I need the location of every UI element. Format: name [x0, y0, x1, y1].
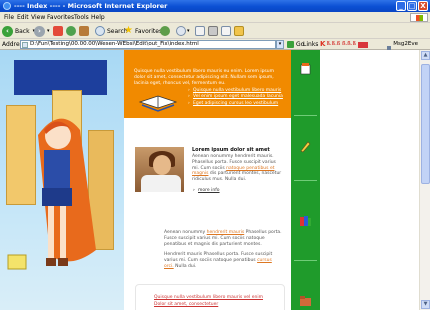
intro-text: Quisque nulla vestibulum libero mauris e… — [134, 69, 275, 86]
notepad-icon[interactable] — [299, 62, 312, 75]
scroll-thumb[interactable] — [421, 64, 430, 184]
menu-favorites[interactable]: Favorites — [47, 13, 74, 22]
student-photo — [135, 147, 184, 192]
paragraph-3: Hendrerit mauris Phasellus porta. Fusce … — [164, 252, 282, 269]
back-label: Back — [15, 27, 30, 35]
article-body: Aenean nonummy hendrerit mauris. Phasell… — [192, 154, 284, 183]
brand-logo-icon — [357, 41, 368, 48]
green-nav-panel — [291, 50, 320, 310]
bottom-link-1[interactable]: Quisque nulla vestibulum libero mauris v… — [154, 295, 263, 300]
page-viewport: Quisque nulla vestibulum libero mauris e… — [0, 50, 430, 310]
links-item-1[interactable]: K ß.ß.ß ß.ß.ß — [320, 40, 368, 49]
page-icon — [22, 42, 28, 48]
print-button[interactable] — [208, 25, 218, 37]
scroll-down-button[interactable]: ▼ — [421, 300, 430, 309]
back-button[interactable]: ‹ Back ▾ — [2, 25, 35, 37]
address-input[interactable]: D:\Fun\Testing\00.00.00\Wesen-WEbsi\Edit… — [20, 40, 276, 49]
forward-icon: › — [34, 25, 45, 37]
refresh-icon — [66, 26, 76, 36]
anime-girl-illustration — [0, 50, 124, 310]
window-title: ---- Index ---- - Microsoft Internet Exp… — [14, 2, 168, 10]
close-button[interactable]: X — [418, 1, 428, 11]
nav-divider — [294, 180, 317, 181]
chevron-down-icon[interactable]: ▾ — [47, 28, 50, 34]
more-info-link[interactable]: more info — [193, 188, 219, 193]
windows-flag-icon — [410, 13, 428, 22]
history-icon — [176, 26, 186, 36]
edit-button[interactable] — [221, 25, 231, 37]
article-title: Lorem ipsum dolor sit amet — [192, 147, 270, 153]
nav-divider — [294, 115, 317, 116]
mail-icon — [195, 26, 205, 36]
paragraph-3-end: Nulla dui. — [175, 263, 197, 269]
search-button[interactable]: Search — [95, 25, 128, 37]
links-item-1-label: ß.ß.ß ß.ß.ß — [326, 41, 356, 47]
menu-tools[interactable]: Tools — [74, 13, 89, 22]
menu-view[interactable]: View — [31, 13, 45, 22]
bottom-links-box: Quisque nulla vestibulum libero mauris v… — [135, 284, 285, 310]
anime-girl-figure — [7, 118, 96, 270]
home-button[interactable] — [79, 25, 89, 37]
k-logo-icon: K — [320, 40, 326, 48]
paragraph-2-link[interactable]: hendrerit mauris — [207, 230, 245, 235]
orange-intro-panel: Quisque nulla vestibulum libero mauris e… — [124, 50, 291, 118]
address-dropdown-icon[interactable]: ▾ — [276, 40, 284, 49]
menu-help[interactable]: Help — [91, 13, 105, 22]
favorites-button[interactable]: ★ Favorites — [124, 25, 162, 37]
go-arrow-icon — [287, 41, 294, 48]
bottom-link-2[interactable]: Dolor sit amet, consectetuer — [154, 302, 218, 307]
stop-icon — [53, 26, 63, 36]
menu-bar: File Edit View Favorites Tools Help — [0, 12, 430, 23]
folder-icon — [234, 26, 244, 36]
search-icon — [95, 26, 105, 36]
stop-button[interactable] — [53, 25, 63, 37]
intro-link-3[interactable]: Eget adipiscing cursus leo vestibulum — [188, 101, 283, 108]
standard-toolbar: ‹ Back ▾ › ▾ Search ★ Favorites ▾ — [0, 23, 430, 39]
chevron-down-icon[interactable]: ▾ — [187, 28, 190, 34]
scroll-up-button[interactable]: ▲ — [421, 51, 430, 60]
menu-file[interactable]: File — [4, 13, 14, 22]
forward-button[interactable]: › ▾ — [34, 25, 50, 37]
links-label[interactable]: Links — [303, 40, 318, 49]
edit-icon — [221, 26, 231, 36]
window-titlebar: ---- Index ---- - Microsoft Internet Exp… — [0, 0, 430, 12]
back-icon: ‹ — [2, 25, 13, 37]
refresh-button[interactable] — [66, 25, 76, 37]
minimize-button[interactable]: _ — [396, 1, 406, 11]
paragraph-2: Aenean nonummy hendrerit mauris Phasellu… — [164, 230, 282, 247]
go-button[interactable]: Go — [287, 40, 304, 49]
folder-icon[interactable] — [299, 294, 312, 307]
ie-logo-icon — [3, 2, 11, 10]
print-icon — [208, 26, 218, 36]
address-bar: Address D:\Fun\Testing\00.00.00\Wesen-WE… — [0, 39, 430, 56]
media-icon — [160, 26, 170, 36]
vertical-scrollbar[interactable]: ▲ ▼ — [419, 50, 430, 310]
open-book-icon — [138, 95, 178, 112]
paragraph-2-start: Aenean nonummy — [164, 230, 206, 235]
history-button[interactable]: ▾ — [176, 25, 190, 37]
address-url: D:\Fun\Testing\00.00.00\Wesen-WEbsi\Edit… — [30, 41, 199, 47]
favorites-icon: ★ — [124, 25, 133, 36]
media-button[interactable] — [160, 25, 170, 37]
intro-links: Quisque nulla vestibulum libero mauris V… — [188, 88, 283, 107]
favorites-label: Favorites — [134, 27, 163, 35]
blank-area — [320, 50, 430, 310]
menu-edit[interactable]: Edit — [17, 13, 29, 22]
books-icon[interactable] — [299, 214, 312, 227]
pencil-icon[interactable] — [299, 140, 312, 153]
mail-button[interactable] — [195, 25, 205, 37]
nav-divider — [294, 260, 317, 261]
home-icon — [79, 26, 89, 36]
content-column: Quisque nulla vestibulum libero mauris e… — [124, 50, 291, 310]
maximize-button[interactable]: □ — [407, 1, 417, 11]
folder-button[interactable] — [234, 25, 244, 37]
